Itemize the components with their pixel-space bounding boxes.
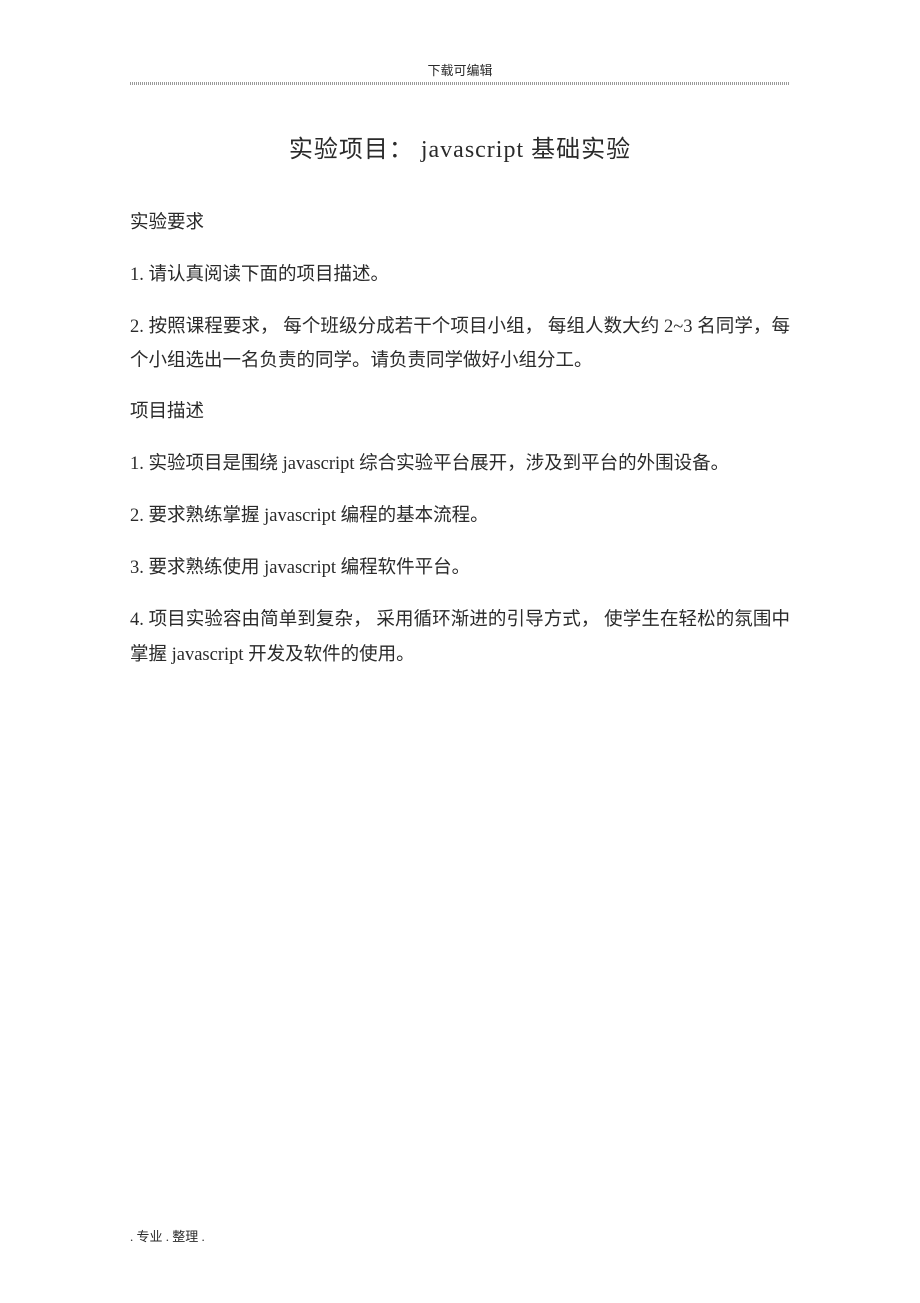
paragraph: 2. 要求熟练掌握 javascript 编程的基本流程。 (130, 499, 790, 533)
document-page: 下载可编辑 实验项目： javascript 基础实验 实验要求 1. 请认真阅… (0, 0, 920, 672)
paragraph: 4. 项目实验容由简单到复杂， 采用循环渐进的引导方式， 使学生在轻松的氛围中掌… (130, 603, 790, 671)
paragraph: 1. 实验项目是围绕 javascript 综合实验平台展开，涉及到平台的外围设… (130, 447, 790, 481)
page-footer: . 专业 . 整理 . (130, 1226, 205, 1245)
section-heading: 项目描述 (130, 397, 790, 423)
page-header: 下载可编辑 (130, 60, 790, 85)
section-description: 项目描述 1. 实验项目是围绕 javascript 综合实验平台展开，涉及到平… (130, 397, 790, 672)
section-heading: 实验要求 (130, 208, 790, 234)
paragraph: 1. 请认真阅读下面的项目描述。 (130, 258, 790, 292)
header-label: 下载可编辑 (427, 63, 492, 78)
header-divider (130, 82, 790, 85)
document-title: 实验项目： javascript 基础实验 (130, 129, 790, 164)
paragraph: 2. 按照课程要求， 每个班级分成若干个项目小组， 每组人数大约 2~3 名同学… (130, 310, 790, 378)
paragraph: 3. 要求熟练使用 javascript 编程软件平台。 (130, 551, 790, 585)
section-requirements: 实验要求 1. 请认真阅读下面的项目描述。 2. 按照课程要求， 每个班级分成若… (130, 208, 790, 379)
